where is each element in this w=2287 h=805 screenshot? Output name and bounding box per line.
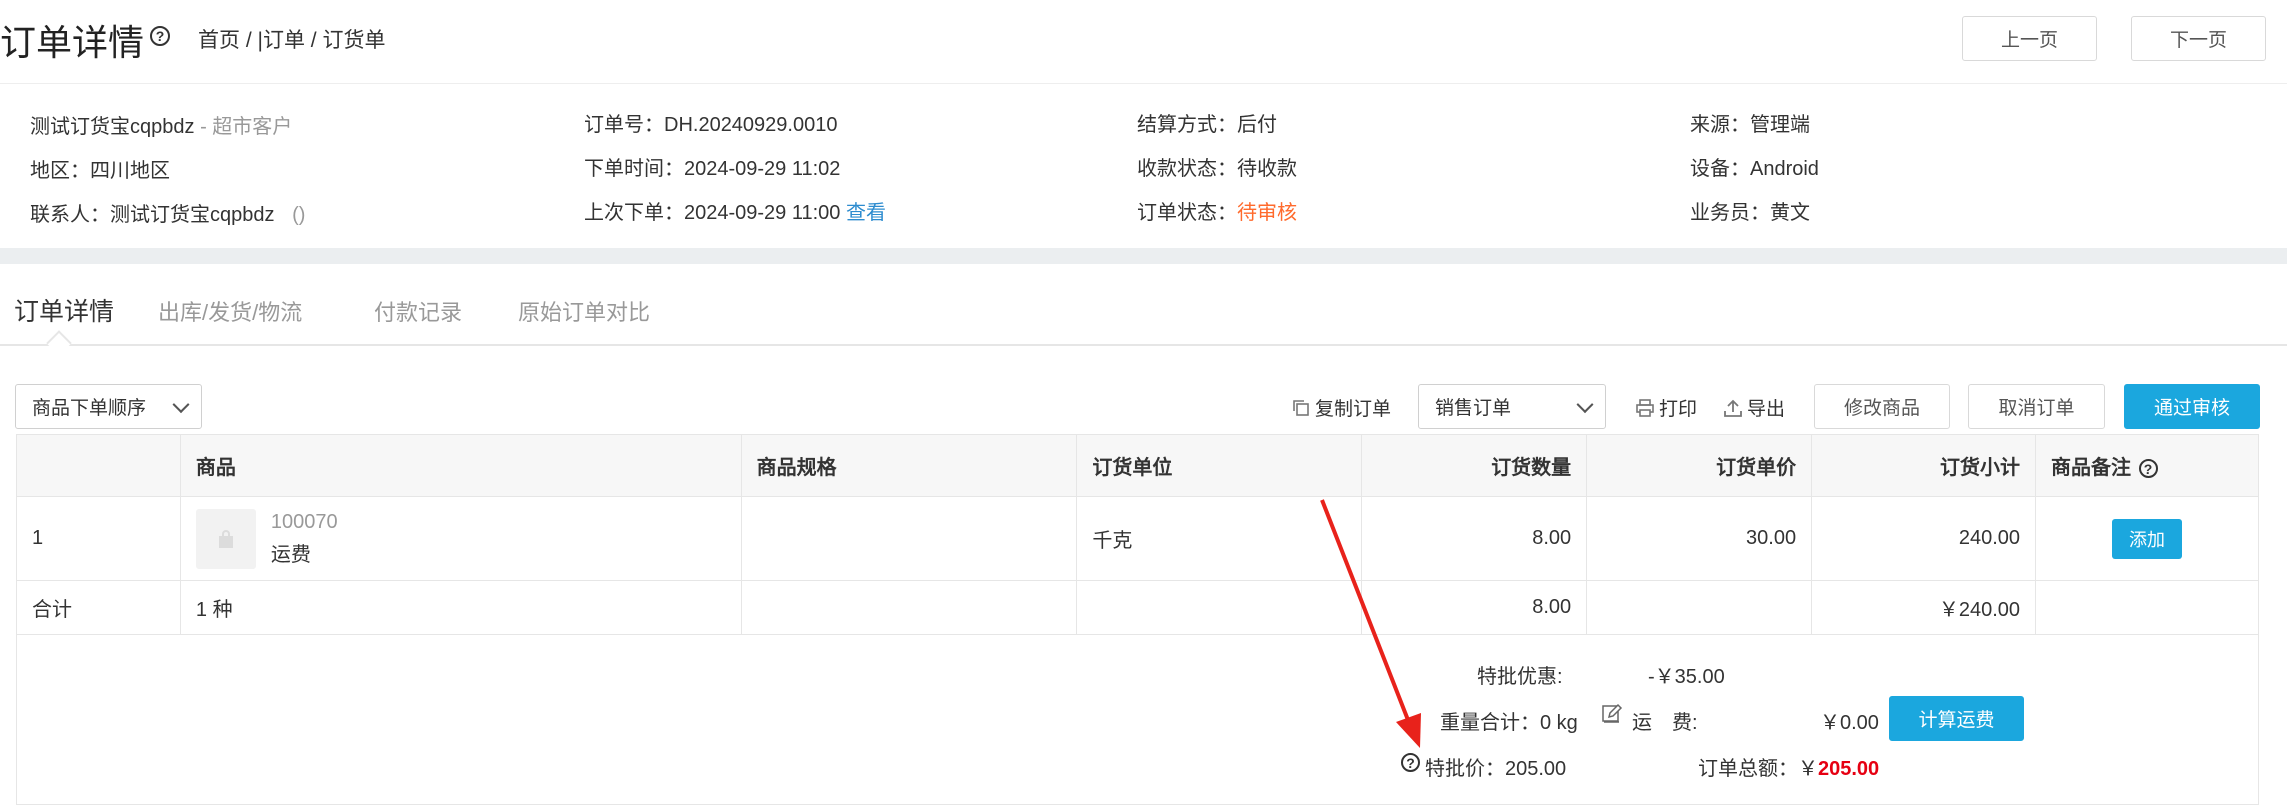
order-type-select[interactable]: 销售订单 (1418, 384, 1606, 429)
order-total: 订单总额：￥205.00 (1698, 752, 1879, 781)
column-header-unit: 订货单位 (1076, 434, 1363, 497)
table-header-row: 商品 商品规格 订货单位 订货数量 订货单价 订货小计 商品备注 ? (16, 434, 2259, 497)
column-header-index (16, 434, 181, 497)
last-order-time: 上次下单：2024-09-29 11:00 (584, 202, 841, 224)
product-cell: 100070 运费 (179, 496, 742, 581)
payment-status: 收款状态：待收款 (1137, 158, 1297, 180)
help-icon[interactable]: ? (1401, 753, 1420, 772)
total-kinds: 1 种 (179, 580, 742, 635)
view-last-order-link[interactable]: 查看 (846, 202, 886, 224)
breadcrumb[interactable]: 首页 / |订单 / 订货单 (198, 24, 385, 54)
printer-icon (1636, 398, 1654, 417)
tab-original-compare[interactable]: 原始订单对比 (518, 295, 650, 327)
column-header-product: 商品 (179, 434, 742, 497)
row-subtotal: 240.00 (1811, 496, 2036, 581)
contact-phone: () (292, 204, 306, 226)
total-row: 合计 1 种 8.00 ￥240.00 (16, 580, 2259, 635)
row-index: 1 (16, 496, 181, 581)
order-total-value: 205.00 (1818, 758, 1880, 780)
add-note-button[interactable]: 添加 (2112, 518, 2182, 559)
special-discount-value: -￥35.00 (1648, 666, 1725, 688)
edit-icon[interactable] (1601, 703, 1623, 725)
chevron-down-icon (172, 395, 190, 413)
freight-value: ￥0.00 (1820, 712, 1879, 734)
column-header-unit-price: 订货单价 (1586, 434, 1813, 497)
export-button[interactable]: 导出 (1724, 394, 1785, 421)
help-icon[interactable]: ? (150, 26, 170, 46)
contact: 联系人：测试订货宝cqpbdz () (30, 198, 305, 227)
customer-type: - 超市客户 (200, 116, 293, 138)
note-cell: 添加 (2035, 496, 2259, 581)
table-row: 1 100070 运费 千克 8.00 30.00 240.00 添加 (16, 496, 2259, 581)
column-header-note: 商品备注 ? (2035, 434, 2259, 497)
copy-order-button[interactable]: 复制订单 (1292, 394, 1391, 421)
order-status-label: 订单状态： (1137, 202, 1237, 224)
total-subtotal: ￥240.00 (1811, 580, 2036, 635)
region: 地区：四川地区 (30, 160, 170, 182)
order-type-value: 销售订单 (1435, 398, 1512, 419)
page-header: 订单详情 ? 首页 / |订单 / 订货单 上一页 下一页 (0, 0, 2287, 84)
tab-shipping-logistics[interactable]: 出库/发货/物流 (158, 295, 302, 327)
settlement-method: 结算方式：后付 (1137, 114, 1277, 136)
special-price-link[interactable]: 特批价：205.00 (1425, 752, 1566, 781)
salesperson: 业务员：黄文 (1690, 202, 1810, 224)
tab-bar: 订单详情 出库/发货/物流 付款记录 原始订单对比 (0, 264, 2287, 356)
contact-name: 联系人：测试订货宝cqpbdz (30, 204, 275, 226)
prev-page-button[interactable]: 上一页 (1962, 16, 2097, 61)
page-title: 订单详情 (0, 22, 145, 63)
special-discount-label: 特批优惠: (1477, 666, 1563, 688)
product-name: 运费 (270, 543, 311, 566)
total-label: 合计 (16, 580, 181, 635)
order-time: 下单时间：2024-09-29 11:02 (584, 158, 841, 180)
product-code: 100070 (270, 510, 338, 533)
order-number: 订单号：DH.20240929.0010 (584, 114, 838, 136)
order-status: 订单状态：待审核 (1137, 196, 1297, 225)
customer: 测试订货宝cqpbdz - 超市客户 (30, 110, 292, 139)
product-spec (740, 496, 1078, 581)
order-unit: 千克 (1076, 496, 1363, 581)
product-thumbnail (195, 508, 256, 569)
active-tab-caret (46, 330, 72, 356)
customer-name: 测试订货宝cqpbdz (30, 116, 195, 138)
shopping-bag-icon (218, 529, 233, 548)
order-quantity: 8.00 (1361, 496, 1588, 581)
help-icon[interactable]: ? (2138, 459, 2158, 479)
print-button[interactable]: 打印 (1636, 394, 1697, 421)
total-quantity: 8.00 (1361, 580, 1588, 635)
order-info-panel: 测试订货宝cqpbdz - 超市客户 地区：四川地区 联系人：测试订货宝cqpb… (0, 84, 2287, 248)
section-divider (0, 248, 2287, 264)
upload-icon (1724, 399, 1742, 417)
column-header-subtotal: 订货小计 (1811, 434, 2036, 497)
tab-order-detail[interactable]: 订单详情 (14, 292, 114, 328)
sort-order-value: 商品下单顺序 (32, 398, 147, 419)
unit-price: 30.00 (1586, 496, 1813, 581)
column-header-spec: 商品规格 (740, 434, 1078, 497)
device: 设备：Android (1690, 158, 1819, 180)
approve-button[interactable]: 通过审核 (2124, 384, 2260, 429)
freight-label: 运 费: (1632, 712, 1698, 734)
sort-order-select[interactable]: 商品下单顺序 (15, 384, 202, 429)
order-items-table: 商品 商品规格 订货单位 订货数量 订货单价 订货小计 商品备注 ? 1 100… (16, 434, 2259, 635)
order-total-label: 订单总额： (1698, 758, 1798, 780)
cancel-order-button[interactable]: 取消订单 (1968, 384, 2105, 429)
calc-freight-button[interactable]: 计算运费 (1889, 696, 2024, 741)
chevron-down-icon (1576, 395, 1594, 413)
tab-payment-records[interactable]: 付款记录 (374, 295, 462, 327)
column-header-quantity: 订货数量 (1361, 434, 1588, 497)
copy-icon (1293, 399, 1309, 416)
modify-goods-button[interactable]: 修改商品 (1814, 384, 1950, 429)
order-status-value: 待审核 (1237, 202, 1297, 224)
last-order: 上次下单：2024-09-29 11:00 查看 (584, 196, 886, 225)
order-total-currency: ￥ (1798, 758, 1818, 780)
next-page-button[interactable]: 下一页 (2131, 16, 2266, 61)
order-source: 来源：管理端 (1690, 114, 1810, 136)
weight-total: 重量合计：0 kg (1440, 712, 1578, 734)
